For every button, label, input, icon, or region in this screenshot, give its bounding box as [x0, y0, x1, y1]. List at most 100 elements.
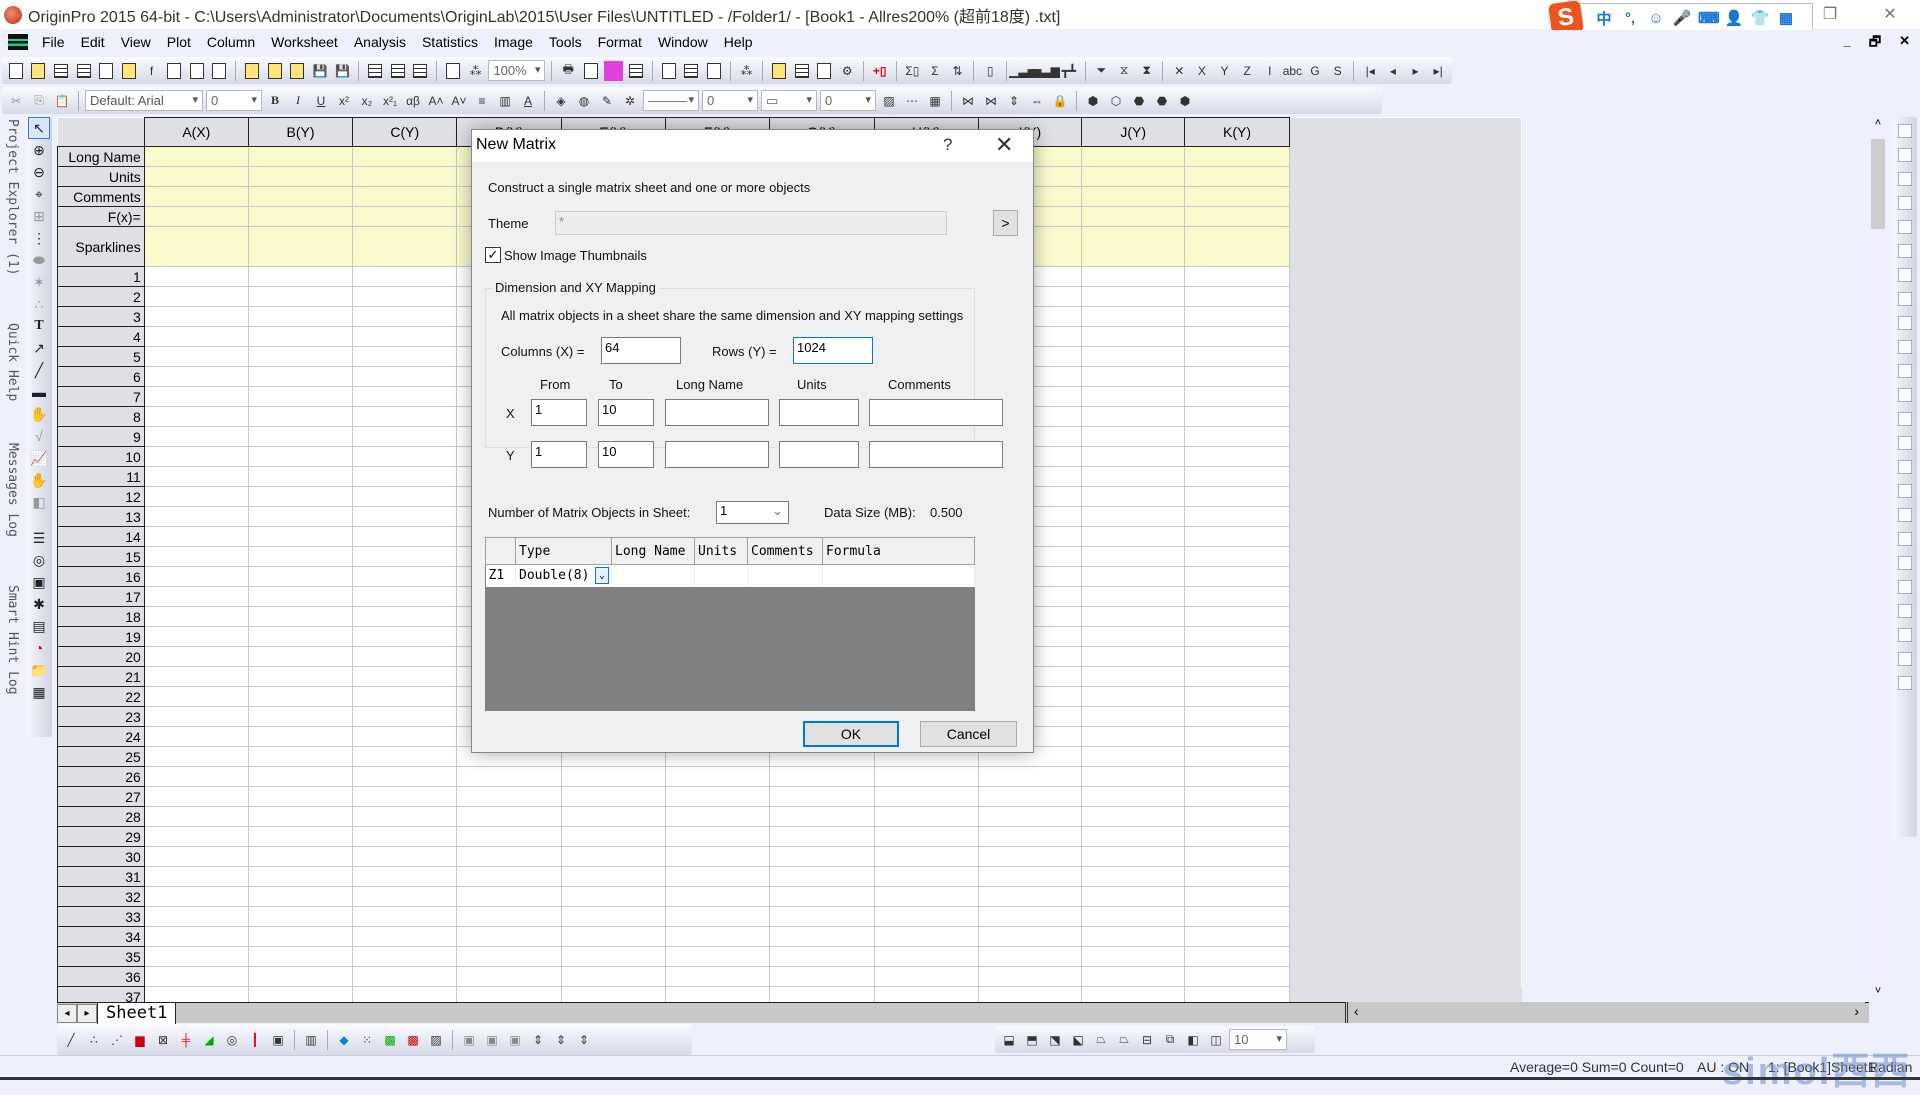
cell[interactable]	[1184, 926, 1290, 947]
column-header[interactable]: J(Y)	[1080, 117, 1186, 147]
rotation-angle-combo[interactable]: 10	[1229, 1029, 1287, 1050]
cell[interactable]	[247, 826, 354, 847]
cell[interactable]	[247, 566, 354, 587]
fill-color-button[interactable]: ◈	[551, 91, 571, 111]
cell[interactable]	[143, 946, 249, 967]
layout-icon[interactable]	[1898, 652, 1912, 666]
greek-button[interactable]: αβ	[403, 91, 423, 111]
zoom-in-tool-icon[interactable]: ⊕	[28, 139, 50, 161]
cell[interactable]	[1080, 486, 1186, 507]
row-header[interactable]: 22	[57, 686, 145, 707]
timer-icon[interactable]: ◔	[28, 637, 50, 659]
cell[interactable]	[1080, 966, 1186, 987]
cell[interactable]	[352, 846, 458, 867]
cell[interactable]	[1184, 666, 1290, 687]
ime-keyboard-icon[interactable]: ⌨	[1698, 9, 1720, 27]
menu-view[interactable]: View	[113, 34, 159, 50]
layout-icon[interactable]	[1898, 148, 1912, 162]
cell[interactable]	[247, 326, 354, 347]
cell[interactable]	[456, 886, 562, 907]
perspective-back-icon[interactable]: ⏢	[1114, 1030, 1134, 1050]
cell[interactable]	[1184, 186, 1290, 207]
rows-input[interactable]: 1024	[793, 337, 873, 364]
cell[interactable]	[1080, 426, 1186, 447]
cell[interactable]	[1080, 806, 1186, 827]
group-button[interactable]: ⬣	[1129, 91, 1149, 111]
cell[interactable]	[143, 406, 249, 427]
cell[interactable]	[352, 426, 458, 447]
italic-button[interactable]: I	[288, 91, 308, 111]
cell[interactable]	[1080, 886, 1186, 907]
cell[interactable]	[352, 946, 458, 967]
app-builder-button[interactable]: ⚙	[837, 61, 857, 81]
cell[interactable]	[247, 686, 354, 707]
cell[interactable]	[1080, 186, 1186, 207]
cell[interactable]	[560, 786, 667, 807]
worksheet-icon[interactable]	[8, 34, 28, 50]
cell[interactable]	[456, 846, 562, 867]
cell[interactable]	[977, 866, 1082, 887]
cell[interactable]	[873, 786, 979, 807]
cell[interactable]	[143, 646, 249, 667]
label-row-header[interactable]: Comments	[57, 186, 145, 207]
new-layout-button[interactable]	[164, 61, 184, 81]
ime-chinese-mode-icon[interactable]: 中	[1594, 8, 1614, 29]
cell[interactable]	[247, 886, 354, 907]
zoom-out-tool-icon[interactable]: ⊖	[28, 161, 50, 183]
pointer-tool-icon[interactable]: ↖	[28, 117, 50, 139]
cell[interactable]	[143, 286, 249, 307]
bc-icon[interactable]: ▣	[28, 571, 50, 593]
cell[interactable]	[873, 826, 979, 847]
screen-reader-tool-icon[interactable]: ⌖	[28, 183, 50, 205]
ime-punctuation-icon[interactable]: °,	[1620, 10, 1640, 27]
row-header[interactable]: 3	[57, 306, 145, 327]
cell[interactable]	[143, 706, 249, 727]
cell[interactable]	[143, 326, 249, 347]
ime-voice-icon[interactable]: 🎤	[1672, 9, 1692, 27]
cell[interactable]	[769, 826, 875, 847]
row-statistics-button[interactable]: Σ	[925, 61, 945, 81]
cell[interactable]	[352, 706, 458, 727]
cell[interactable]	[352, 466, 458, 487]
cell[interactable]	[1184, 646, 1290, 667]
cell[interactable]	[352, 786, 458, 807]
cell[interactable]	[1080, 746, 1186, 767]
menu-image[interactable]: Image	[486, 34, 541, 50]
cell[interactable]	[1184, 146, 1290, 167]
cell[interactable]	[1080, 766, 1186, 787]
region-mask-tool-icon[interactable]: ⬬	[28, 249, 50, 271]
cell[interactable]	[769, 866, 875, 887]
restore-button[interactable]: ❐	[1800, 0, 1860, 29]
scroll-left-icon[interactable]: ‹	[1354, 1003, 1359, 1019]
cell[interactable]	[1080, 906, 1186, 927]
symbol-size-combo[interactable]: 0	[820, 90, 876, 111]
cell[interactable]	[665, 786, 770, 807]
cell[interactable]	[1080, 466, 1186, 487]
font-size-combo[interactable]: 0	[206, 90, 262, 111]
layout-icon[interactable]	[1898, 556, 1912, 570]
scroll-right-icon[interactable]: ›	[1854, 1003, 1859, 1019]
mdi-close-button[interactable]: ✕	[1899, 33, 1910, 55]
cell[interactable]	[352, 186, 458, 207]
vertical-scrollbar[interactable]: ˄ ˅	[1868, 117, 1888, 997]
cell[interactable]	[352, 306, 458, 327]
cell[interactable]	[873, 866, 979, 887]
cell[interactable]	[1080, 846, 1186, 867]
cell[interactable]	[769, 946, 875, 967]
cell[interactable]	[143, 866, 249, 887]
cell[interactable]	[143, 386, 249, 407]
row-header[interactable]: 9	[57, 426, 145, 447]
add-layer-icon[interactable]: ▣	[505, 1030, 525, 1050]
duplicate-button[interactable]	[443, 61, 463, 81]
cell[interactable]	[560, 946, 667, 967]
horizontal-lines-icon[interactable]: ☰	[28, 527, 50, 549]
cell[interactable]	[352, 806, 458, 827]
set-as-y-button[interactable]: Y	[1215, 61, 1235, 81]
cell[interactable]	[143, 666, 249, 687]
layout-icon[interactable]	[1898, 412, 1912, 426]
cell[interactable]	[247, 366, 354, 387]
batch-plot-button[interactable]: ⁂	[466, 61, 486, 81]
cell[interactable]	[352, 446, 458, 467]
cell[interactable]	[247, 466, 354, 487]
cell[interactable]	[769, 906, 875, 927]
